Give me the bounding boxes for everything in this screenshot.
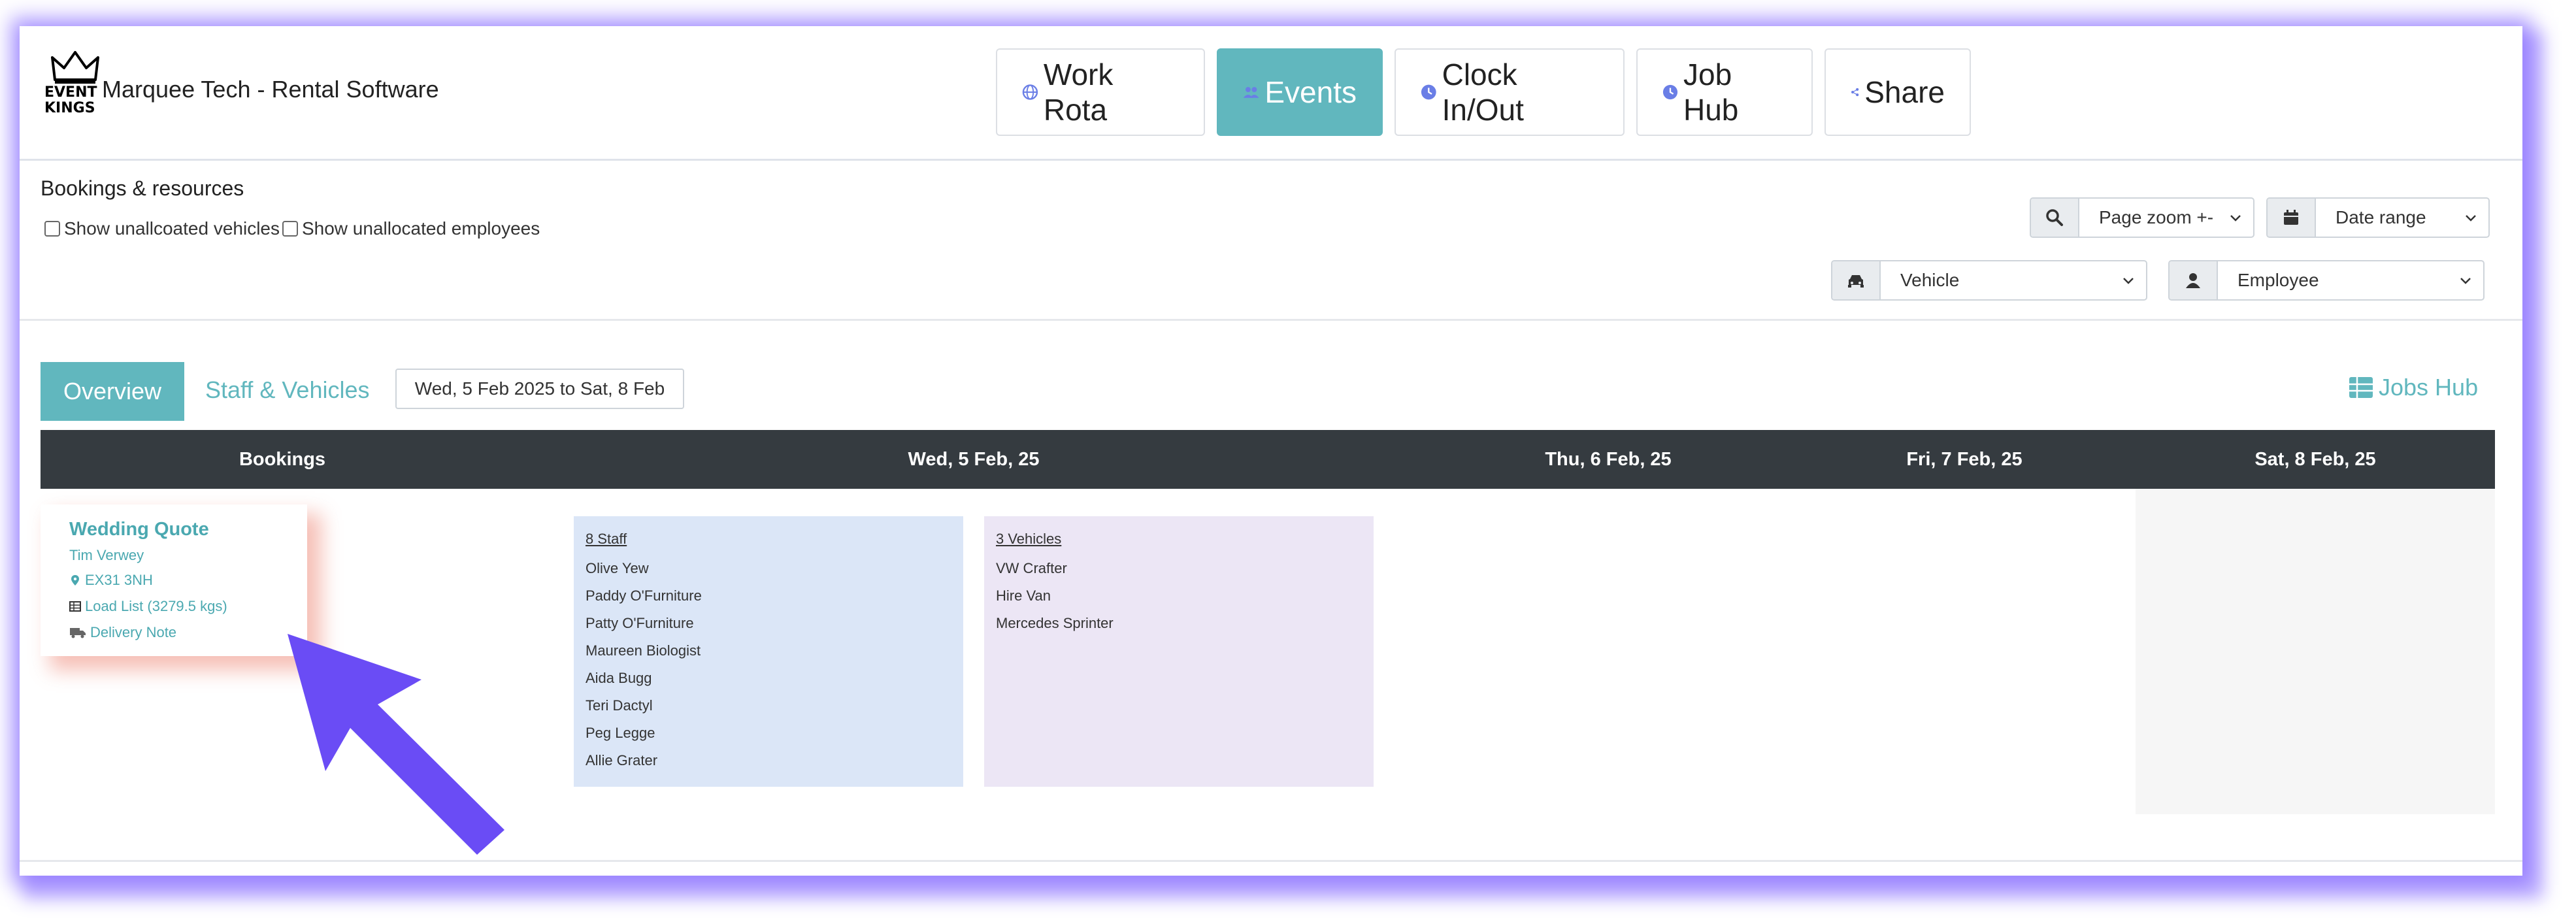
truck-icon xyxy=(70,628,86,638)
booking-postcode: EX31 3NH xyxy=(85,572,153,588)
date-range-select[interactable]: Date range xyxy=(2316,199,2488,237)
vehicle-item: VW Crafter xyxy=(996,560,1067,576)
map-marker-icon xyxy=(71,575,79,586)
main-nav: Work Rota Events Clock In/Out Job Hub Sh… xyxy=(996,48,1971,136)
search-icon xyxy=(2031,199,2079,237)
staff-count-link[interactable]: 8 Staff xyxy=(586,531,963,548)
saturday-column xyxy=(2136,489,2495,814)
tab-overview[interactable]: Overview xyxy=(41,362,184,421)
nav-clock-in-out-label: Clock In/Out xyxy=(1442,58,1524,127)
section-title: Bookings & resources xyxy=(41,176,244,200)
chevron-down-icon xyxy=(2123,278,2134,284)
schedule-table-header: Bookings Wed, 5 Feb, 25 Thu, 6 Feb, 25 F… xyxy=(41,430,2495,489)
staff-item: Aida Bugg xyxy=(586,670,652,686)
employee-select-value: Employee xyxy=(2237,270,2319,290)
column-header-wed: Wed, 5 Feb, 25 xyxy=(908,448,1040,470)
show-vehicles-label: Show unallcoated vehicles xyxy=(64,218,280,239)
load-list-label: Load List (3279.5 kgs) xyxy=(85,598,227,614)
nav-clock-in-out-button[interactable]: Clock In/Out xyxy=(1395,48,1625,136)
table-icon xyxy=(69,601,81,612)
staff-item: Olive Yew xyxy=(586,560,649,576)
show-unallocated-employees[interactable]: Show unallocated employees xyxy=(282,218,540,239)
vehicle-item: Hire Van xyxy=(996,587,1051,604)
vehicle-item: Mercedes Sprinter xyxy=(996,615,1114,631)
staff-item: Maureen Biologist xyxy=(586,642,701,659)
show-unallocated-vehicles[interactable]: Show unallcoated vehicles xyxy=(44,218,280,239)
app-title: Marquee Tech - Rental Software xyxy=(102,76,439,103)
show-employees-checkbox[interactable] xyxy=(282,221,298,237)
table-icon xyxy=(2349,377,2373,398)
nav-work-rota-label: Work Rota xyxy=(1043,58,1114,127)
page-zoom-value: Page zoom +- xyxy=(2099,207,2214,227)
nav-share-button[interactable]: Share xyxy=(1825,48,1971,136)
section-divider xyxy=(20,319,2522,321)
annotation-arrow-icon xyxy=(288,634,504,855)
nav-job-hub-label: Job Hub xyxy=(1683,58,1739,127)
staff-item: Patty O'Furniture xyxy=(586,615,694,631)
users-icon xyxy=(1243,87,1259,98)
nav-events-button[interactable]: Events xyxy=(1217,48,1383,136)
booking-postcode-link[interactable]: EX31 3NH xyxy=(69,572,307,589)
vehicle-select[interactable]: Vehicle xyxy=(1881,261,2146,299)
show-employees-label: Show unallocated employees xyxy=(301,218,540,239)
staff-item: Teri Dactyl xyxy=(586,697,653,714)
user-icon xyxy=(2170,261,2218,299)
date-range-group: Date range xyxy=(2266,197,2490,238)
logo-text-kings: KINGS xyxy=(44,100,95,116)
booking-client-link[interactable]: Tim Verwey xyxy=(69,547,307,564)
vehicle-select-value: Vehicle xyxy=(1900,270,1960,290)
nav-share-label: Share xyxy=(1864,75,1945,109)
staff-item: Allie Grater xyxy=(586,752,658,768)
show-vehicles-checkbox[interactable] xyxy=(44,221,60,237)
car-icon xyxy=(1832,261,1881,299)
vehicles-panel: 3 Vehicles VW Crafter Hire Van Mercedes … xyxy=(984,516,1374,787)
column-header-thu: Thu, 6 Feb, 25 xyxy=(1545,448,1672,470)
unallocated-checkboxes: Show unallcoated vehicles Show unallocat… xyxy=(44,218,542,239)
booking-title-link[interactable]: Wedding Quote xyxy=(69,519,307,540)
logo-text-event: EVENT xyxy=(44,84,97,101)
nav-events-label: Events xyxy=(1264,75,1357,109)
top-header: EVENT KINGS Marquee Tech - Rental Softwa… xyxy=(20,26,2522,161)
jobs-hub-link[interactable]: Jobs Hub xyxy=(2349,374,2478,401)
event-kings-logo[interactable]: EVENT KINGS xyxy=(44,51,106,131)
column-header-fri: Fri, 7 Feb, 25 xyxy=(1906,448,2023,470)
employee-filter-group: Employee xyxy=(2168,260,2485,301)
staff-panel: 8 Staff Olive Yew Paddy O'Furniture Patt… xyxy=(574,516,963,787)
nav-job-hub-button[interactable]: Job Hub xyxy=(1636,48,1813,136)
chevron-down-icon xyxy=(2230,215,2241,222)
date-span-button[interactable]: Wed, 5 Feb 2025 to Sat, 8 Feb xyxy=(395,369,684,409)
booking-client: Tim Verwey xyxy=(69,547,144,563)
jobs-hub-label: Jobs Hub xyxy=(2379,374,2479,401)
employee-select[interactable]: Employee xyxy=(2218,261,2483,299)
date-range-value: Date range xyxy=(2336,207,2426,227)
delivery-note-label: Delivery Note xyxy=(90,624,177,640)
clock-icon xyxy=(1421,84,1436,100)
page-zoom-group: Page zoom +- xyxy=(2030,197,2254,238)
staff-item: Paddy O'Furniture xyxy=(586,587,702,604)
globe-icon xyxy=(1022,84,1038,100)
share-icon xyxy=(1851,88,1859,97)
calendar-icon xyxy=(2268,199,2316,237)
tab-staff-vehicles[interactable]: Staff & Vehicles xyxy=(205,376,370,404)
page-zoom-select[interactable]: Page zoom +- xyxy=(2079,199,2253,237)
column-header-bookings: Bookings xyxy=(239,448,326,470)
clock-icon xyxy=(1662,84,1678,100)
chevron-down-icon xyxy=(2460,278,2471,284)
nav-work-rota-button[interactable]: Work Rota xyxy=(996,48,1205,136)
vehicle-count-link[interactable]: 3 Vehicles xyxy=(996,531,1374,548)
column-header-sat: Sat, 8 Feb, 25 xyxy=(2254,448,2376,470)
crown-icon xyxy=(51,51,99,84)
staff-item: Peg Legge xyxy=(586,725,655,741)
vehicle-filter-group: Vehicle xyxy=(1831,260,2147,301)
chevron-down-icon xyxy=(2466,215,2476,222)
